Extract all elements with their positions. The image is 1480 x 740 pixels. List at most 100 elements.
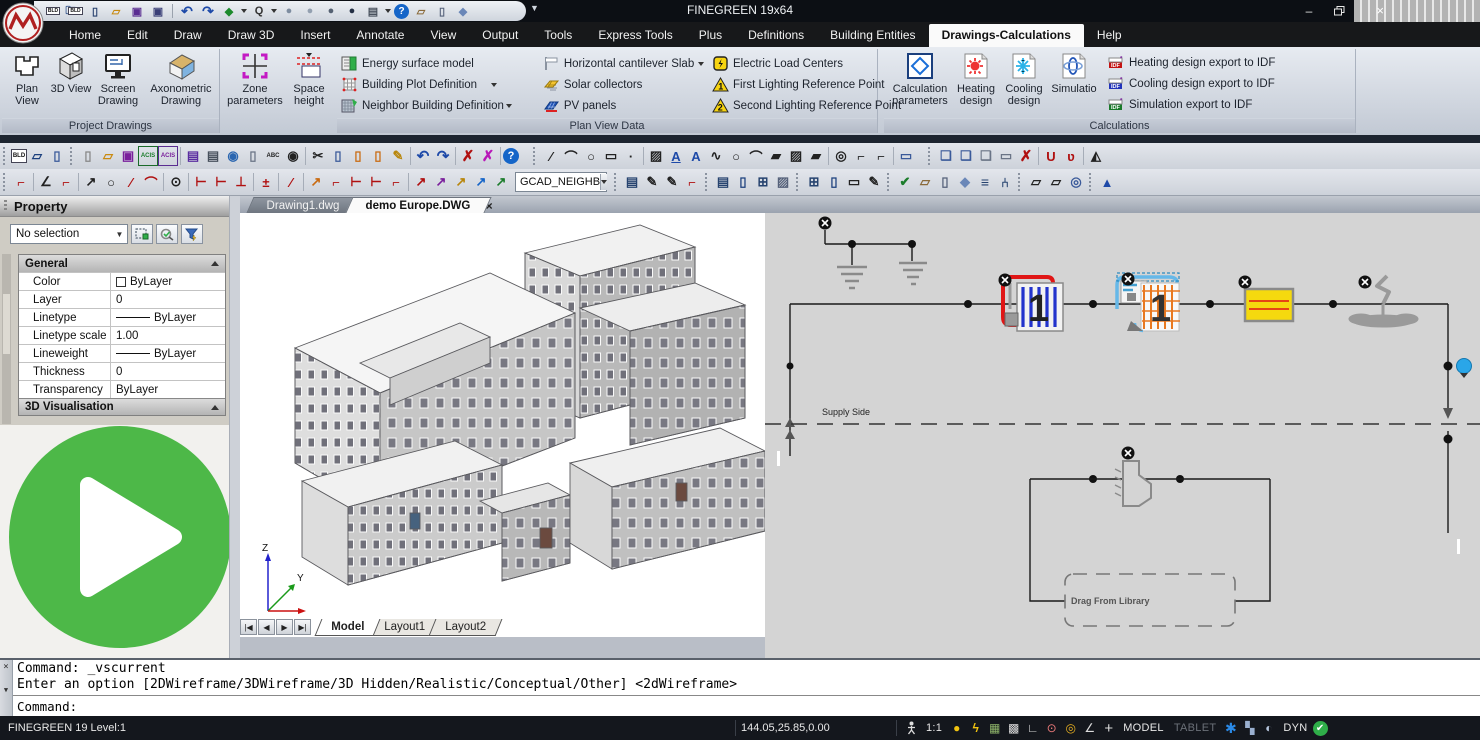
- 3d-view-button[interactable]: 3D View: [50, 51, 92, 117]
- tab-drawings-calculations[interactable]: Drawings-Calculations: [929, 24, 1084, 47]
- zone-parameters-button[interactable]: Zone parameters: [225, 51, 285, 117]
- layer-prev-icon[interactable]: ↗: [411, 172, 431, 192]
- cooling-export-idf-button[interactable]: IDF* Cooling design export to IDF: [1108, 73, 1275, 94]
- ellipse-icon[interactable]: ○: [581, 146, 601, 166]
- doc-tab-drawing1[interactable]: Drawing1.dwg: [246, 197, 360, 213]
- dim-update-icon[interactable]: ⌐: [326, 172, 346, 192]
- open-file-icon[interactable]: ▱: [98, 146, 118, 166]
- filter-button[interactable]: [181, 224, 203, 244]
- wall-join-icon[interactable]: ⌐: [682, 172, 702, 192]
- axonometric-drawing-button[interactable]: Axonometric Drawing: [144, 51, 218, 117]
- spline-icon[interactable]: ∿: [706, 146, 726, 166]
- electric-load-centers-button[interactable]: Electric Load Centers: [712, 53, 877, 74]
- dim-override-icon[interactable]: ⊢: [366, 172, 386, 192]
- property-row-thickness[interactable]: Thickness 0: [19, 362, 225, 380]
- cooling-design-button[interactable]: Cooling design: [1000, 51, 1048, 117]
- copy-building-icon[interactable]: ▯: [935, 172, 955, 192]
- layer-info-icon[interactable]: ↗: [471, 172, 491, 192]
- property-row-linetype[interactable]: Linetype ByLayer: [19, 308, 225, 326]
- text-icon[interactable]: A: [666, 146, 686, 166]
- edit-entity-icon[interactable]: ✎: [864, 172, 884, 192]
- damper-component[interactable]: [1245, 289, 1293, 321]
- new-file-icon[interactable]: ▯: [78, 146, 98, 166]
- dim-node-icon[interactable]: ○: [101, 172, 121, 192]
- format-painter-icon[interactable]: ✎: [388, 146, 408, 166]
- energy-surface-model-button[interactable]: Energy surface model: [341, 53, 537, 74]
- tab-building-entities[interactable]: Building Entities: [817, 24, 928, 47]
- heating-export-idf-button[interactable]: IDF* Heating design export to IDF: [1108, 52, 1275, 73]
- box3d-icon[interactable]: ▱: [1026, 172, 1046, 192]
- dim-linear-icon[interactable]: ⌐: [11, 172, 31, 192]
- screen-drawing-button[interactable]: Screen Drawing: [92, 51, 144, 117]
- property-scrollbar[interactable]: [2, 254, 11, 424]
- paste-icon[interactable]: ▯: [348, 146, 368, 166]
- annotation-scale-value[interactable]: 1:1: [921, 722, 947, 734]
- export-building-icon[interactable]: ▱: [915, 172, 935, 192]
- osnap-icon[interactable]: ◎: [1061, 719, 1080, 737]
- property-row-color[interactable]: Color ByLayer: [19, 272, 225, 290]
- drawing-viewport-schematic[interactable]: 1 1: [765, 213, 1480, 658]
- dyn-check-icon[interactable]: ✔: [1313, 721, 1328, 736]
- space-height-button[interactable]: Space height: [285, 51, 333, 117]
- acis-export2-icon[interactable]: ACIS: [158, 146, 178, 166]
- layers-stack-icon[interactable]: ≡: [975, 172, 995, 192]
- delete-icon[interactable]: ✗: [458, 146, 478, 166]
- annotation-scale-icon[interactable]: [902, 719, 921, 737]
- solar-collectors-button[interactable]: Solar collectors: [543, 74, 706, 95]
- line-icon[interactable]: ∕: [541, 146, 561, 166]
- otrack-icon[interactable]: ∠: [1080, 719, 1099, 737]
- save-icon[interactable]: ▣: [118, 146, 138, 166]
- point-icon[interactable]: ·: [621, 146, 641, 166]
- dim-continue-icon[interactable]: ⊢: [211, 172, 231, 192]
- help-icon[interactable]: ?: [503, 148, 519, 164]
- quick-select-button[interactable]: [156, 224, 178, 244]
- select-objects-button[interactable]: [131, 224, 153, 244]
- tolerance-icon[interactable]: ±: [256, 172, 276, 192]
- wedge-icon[interactable]: ⌐: [851, 146, 871, 166]
- panel-scrollbar[interactable]: [229, 196, 240, 658]
- new-bld-icon[interactable]: BLD: [11, 149, 27, 163]
- tab-layout2[interactable]: Layout2: [429, 619, 503, 636]
- dim-angle-icon[interactable]: ∠: [36, 172, 56, 192]
- dim-baseline-icon[interactable]: ⊢: [191, 172, 211, 192]
- plot-export-icon[interactable]: ▤: [183, 146, 203, 166]
- tab-help[interactable]: Help: [1084, 24, 1135, 47]
- horizontal-cantilever-slab-button[interactable]: Horizontal cantilever Slab: [543, 53, 706, 74]
- spell-check-icon[interactable]: ABC: [263, 146, 283, 166]
- dim-arrow-icon[interactable]: ↗: [81, 172, 101, 192]
- property-row-layer[interactable]: Layer 0: [19, 290, 225, 308]
- revcloud-icon[interactable]: ⌒: [746, 146, 766, 166]
- selection-dropdown[interactable]: No selection ▼: [10, 224, 128, 244]
- building-plot-definition-button[interactable]: Building Plot Definition: [341, 74, 537, 95]
- arc-icon[interactable]: ⌒: [561, 146, 581, 166]
- snap-icon[interactable]: ▦: [985, 719, 1004, 737]
- collapse-icon[interactable]: [211, 261, 219, 266]
- drawing-viewport-3d[interactable]: Z Y X: [240, 213, 765, 637]
- crosshair-icon[interactable]: +: [1099, 719, 1118, 737]
- purge-icon[interactable]: ✗: [478, 146, 498, 166]
- window2-icon[interactable]: ⊞: [804, 172, 824, 192]
- neighbor-building-definition-button[interactable]: Neighbor Building Definition: [341, 95, 537, 116]
- first-layout-button[interactable]: |◀: [240, 619, 257, 635]
- house3d-icon[interactable]: ◆: [955, 172, 975, 192]
- copy-icon[interactable]: ▯: [328, 146, 348, 166]
- tab-definitions[interactable]: Definitions: [735, 24, 817, 47]
- first-lighting-ref-button[interactable]: 1 First Lighting Reference Point: [712, 74, 877, 95]
- play-button[interactable]: [6, 425, 234, 651]
- paste-special-icon[interactable]: ▯: [368, 146, 388, 166]
- window-icon[interactable]: ⊞: [753, 172, 773, 192]
- dyn-button[interactable]: DYN: [1278, 722, 1312, 734]
- lock-group-icon[interactable]: ❏: [976, 146, 996, 166]
- simulation-export-idf-button[interactable]: IDF* Simulation export to IDF: [1108, 94, 1275, 115]
- group-edit-icon[interactable]: ▭: [996, 146, 1016, 166]
- annotation-visibility-icon[interactable]: ●: [947, 719, 966, 737]
- calculation-parameters-button[interactable]: Calculation parameters: [888, 51, 952, 117]
- color-swatch[interactable]: [116, 277, 126, 287]
- heating-design-button[interactable]: Heating design: [952, 51, 1000, 117]
- grid-icon[interactable]: ▩: [1004, 719, 1023, 737]
- section-general[interactable]: General: [19, 255, 225, 272]
- simulation-button[interactable]: Simulatio: [1048, 51, 1100, 117]
- check-model-icon[interactable]: ✔: [895, 172, 915, 192]
- structure-tree-icon[interactable]: ⑃: [995, 172, 1015, 192]
- command-expand-icon[interactable]: ▼: [4, 686, 8, 694]
